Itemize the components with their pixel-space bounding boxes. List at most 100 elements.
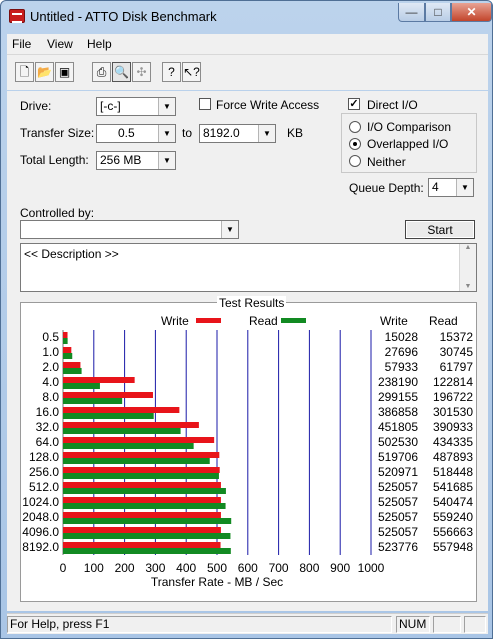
- menu-file[interactable]: File: [12, 37, 31, 51]
- chevron-down-icon[interactable]: ▼: [158, 98, 175, 115]
- write-value-label: 57933: [385, 360, 419, 374]
- read-bar: [63, 503, 226, 509]
- write-bar: [63, 347, 72, 353]
- write-bar: [63, 377, 135, 383]
- write-bar: [63, 527, 221, 533]
- menu-view[interactable]: View: [47, 37, 73, 51]
- read-bar: [63, 398, 123, 404]
- write-value-label: 525057: [378, 510, 418, 524]
- y-category-label: 512.0: [29, 480, 59, 494]
- move-icon[interactable]: ✣: [132, 62, 151, 82]
- new-icon[interactable]: 🗋: [15, 62, 34, 82]
- read-bar: [63, 548, 231, 554]
- force-write-access-checkbox[interactable]: [199, 98, 211, 110]
- neither-label: Neither: [367, 155, 406, 169]
- open-icon[interactable]: 📂: [35, 62, 54, 82]
- y-category-label: 0.5: [42, 330, 59, 344]
- settings-panel: Drive: [-c-] ▼ Force Write Access ✓ Dire…: [7, 91, 488, 611]
- y-category-label: 32.0: [36, 420, 60, 434]
- start-button[interactable]: Start: [405, 220, 475, 239]
- io-comparison-radio[interactable]: [349, 121, 361, 133]
- write-bar: [63, 422, 199, 428]
- write-bar: [63, 497, 221, 503]
- read-value-label: 15372: [440, 330, 474, 344]
- y-category-label: 8.0: [42, 390, 59, 404]
- drive-value: [-c-]: [100, 99, 121, 113]
- app-window: Untitled - ATTO Disk Benchmark — □ ✕ Fil…: [0, 0, 493, 639]
- scroll-up-icon[interactable]: ▲: [460, 244, 476, 251]
- read-bar: [63, 338, 68, 344]
- read-bar: [63, 533, 231, 539]
- read-value-label: 434335: [433, 435, 473, 449]
- write-bar: [63, 437, 215, 443]
- queue-depth-select[interactable]: 4 ▼: [428, 178, 474, 197]
- help-icon[interactable]: ?: [162, 62, 181, 82]
- write-value-label: 386858: [378, 405, 418, 419]
- y-category-label: 64.0: [36, 435, 60, 449]
- write-value-label: 502530: [378, 435, 418, 449]
- write-value-label: 27696: [385, 345, 419, 359]
- direct-io-checkbox[interactable]: ✓: [348, 98, 360, 110]
- write-bar: [63, 542, 221, 548]
- description-scrollbar[interactable]: ▲ ▼: [459, 244, 476, 291]
- status-help-text: For Help, press F1: [7, 616, 392, 633]
- write-value-label: 525057: [378, 495, 418, 509]
- transfer-size-from-select[interactable]: 0.5 ▼: [96, 124, 176, 143]
- write-value-label: 525057: [378, 480, 418, 494]
- print-icon[interactable]: ⎙: [92, 62, 111, 82]
- minimize-button[interactable]: —: [398, 3, 425, 22]
- read-value-label: 487893: [433, 450, 473, 464]
- atto-app-icon: [9, 9, 25, 23]
- read-bar: [63, 473, 219, 479]
- maximize-button[interactable]: □: [425, 3, 451, 22]
- write-bar: [63, 452, 220, 458]
- neither-radio[interactable]: [349, 155, 361, 167]
- chevron-down-icon[interactable]: ▼: [158, 152, 175, 169]
- read-bar: [63, 443, 194, 449]
- title-bar[interactable]: Untitled - ATTO Disk Benchmark — □ ✕: [1, 1, 492, 31]
- read-value-label: 559240: [433, 510, 473, 524]
- queue-depth-label: Queue Depth:: [349, 181, 424, 195]
- chevron-down-icon[interactable]: ▼: [221, 221, 238, 238]
- description-box[interactable]: << Description >> ▲ ▼: [20, 243, 477, 292]
- menu-bar: File View Help: [7, 34, 488, 54]
- description-text: << Description >>: [24, 247, 119, 261]
- read-bar: [63, 428, 181, 434]
- x-tick-label: 300: [145, 561, 165, 575]
- x-tick-label: 200: [115, 561, 135, 575]
- queue-depth-value: 4: [432, 180, 439, 194]
- read-value-label: 541685: [433, 480, 473, 494]
- overlapped-io-radio[interactable]: [349, 138, 361, 150]
- close-button[interactable]: ✕: [451, 3, 492, 22]
- read-bar: [63, 413, 154, 419]
- transfer-to-label: to: [182, 126, 193, 140]
- context-help-icon[interactable]: ↖?: [182, 62, 201, 82]
- save-icon[interactable]: ▣: [55, 62, 74, 82]
- read-value-label: 518448: [433, 465, 473, 479]
- direct-io-label: Direct I/O: [367, 98, 418, 112]
- read-bar: [63, 458, 210, 464]
- print-preview-icon[interactable]: 🔍: [112, 62, 131, 82]
- overlapped-io-label: Overlapped I/O: [367, 137, 449, 151]
- read-bar: [63, 518, 232, 524]
- write-bar: [63, 482, 221, 488]
- total-length-select[interactable]: 256 MB ▼: [96, 151, 176, 170]
- menu-help[interactable]: Help: [87, 37, 112, 51]
- read-value-label: 196722: [433, 390, 473, 404]
- total-length-value: 256 MB: [100, 153, 142, 167]
- y-category-label: 256.0: [29, 465, 59, 479]
- write-value-label: 519706: [378, 450, 418, 464]
- scroll-down-icon[interactable]: ▼: [460, 283, 476, 290]
- chevron-down-icon[interactable]: ▼: [456, 179, 473, 196]
- y-category-label: 2048.0: [22, 510, 59, 524]
- transfer-size-to-select[interactable]: 8192.0 ▼: [199, 124, 276, 143]
- y-category-label: 8192.0: [22, 540, 59, 554]
- x-tick-label: 500: [207, 561, 227, 575]
- controlled-by-label: Controlled by:: [20, 206, 95, 220]
- drive-select[interactable]: [-c-] ▼: [96, 97, 176, 116]
- chevron-down-icon[interactable]: ▼: [258, 125, 275, 142]
- status-pane-grip[interactable]: [464, 616, 486, 633]
- controlled-by-select[interactable]: ▼: [20, 220, 239, 239]
- write-bar: [63, 512, 221, 518]
- chevron-down-icon[interactable]: ▼: [158, 125, 175, 142]
